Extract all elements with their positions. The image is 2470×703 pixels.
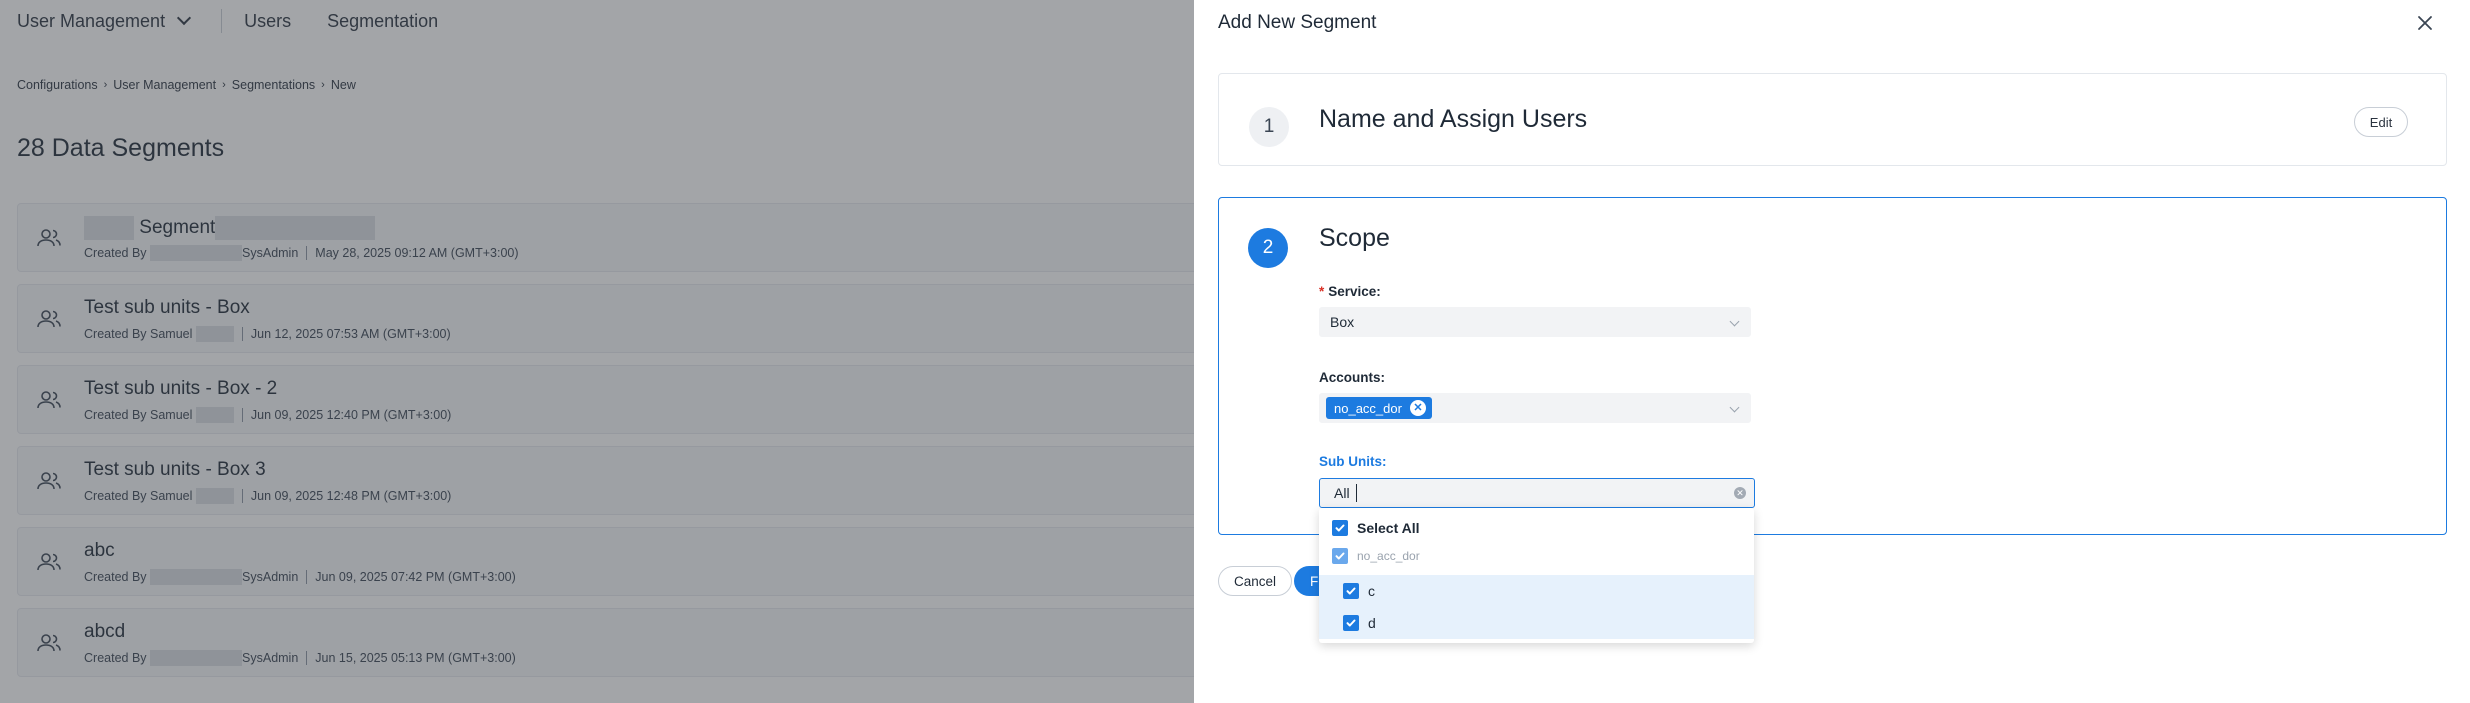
- chevron-down-icon: [1729, 316, 1740, 327]
- option-label: Select All: [1357, 520, 1420, 536]
- service-label: * Service:: [1319, 284, 1381, 299]
- checkbox-checked-icon[interactable]: [1343, 615, 1359, 631]
- finish-button-label: F: [1310, 573, 1319, 589]
- accounts-select[interactable]: no_acc_dor ✕: [1319, 393, 1751, 423]
- account-tag: no_acc_dor ✕: [1326, 397, 1432, 419]
- step-name-assign-users: 1 Name and Assign Users Edit: [1218, 73, 2447, 166]
- cancel-button[interactable]: Cancel: [1218, 566, 1292, 596]
- step-title: Scope: [1319, 224, 1390, 252]
- service-value: Box: [1330, 314, 1355, 330]
- clear-icon[interactable]: ✕: [1734, 487, 1746, 499]
- text-caret: [1355, 484, 1358, 502]
- remove-tag-icon[interactable]: ✕: [1409, 400, 1426, 416]
- service-select[interactable]: Box: [1319, 307, 1751, 337]
- edit-button[interactable]: Edit: [2354, 107, 2408, 137]
- option-group-account[interactable]: no_acc_dor: [1319, 542, 1754, 570]
- accounts-label: Accounts:: [1319, 370, 1386, 385]
- option-c[interactable]: c: [1319, 575, 1754, 607]
- checkbox-checked-icon[interactable]: [1332, 548, 1348, 564]
- drawer-title: Add New Segment: [1218, 12, 1377, 33]
- option-d[interactable]: d: [1319, 607, 1754, 639]
- option-select-all[interactable]: Select All: [1319, 512, 1754, 544]
- required-marker: *: [1319, 284, 1325, 299]
- subunits-label: Sub Units:: [1319, 454, 1387, 469]
- account-tag-label: no_acc_dor: [1334, 400, 1402, 416]
- step-scope: 2 Scope * Service: Box Accounts: no_acc_d…: [1218, 197, 2447, 535]
- subunits-dropdown: Select All no_acc_dor c d: [1319, 508, 1754, 643]
- subunits-select[interactable]: All ✕: [1319, 478, 1755, 508]
- subunits-value: All: [1334, 485, 1350, 501]
- step-number-badge: 2: [1248, 228, 1288, 268]
- option-label: c: [1368, 583, 1375, 599]
- modal-backdrop[interactable]: [0, 0, 1194, 703]
- checkbox-checked-icon[interactable]: [1343, 583, 1359, 599]
- checkbox-checked-icon[interactable]: [1332, 520, 1348, 536]
- option-group-label: no_acc_dor: [1357, 549, 1420, 563]
- step-number-badge: 1: [1249, 107, 1289, 147]
- step-title: Name and Assign Users: [1319, 105, 1588, 133]
- close-icon[interactable]: [2414, 12, 2436, 34]
- option-label: d: [1368, 615, 1376, 631]
- chevron-down-icon: [1729, 402, 1740, 413]
- service-label-text: Service:: [1328, 284, 1381, 299]
